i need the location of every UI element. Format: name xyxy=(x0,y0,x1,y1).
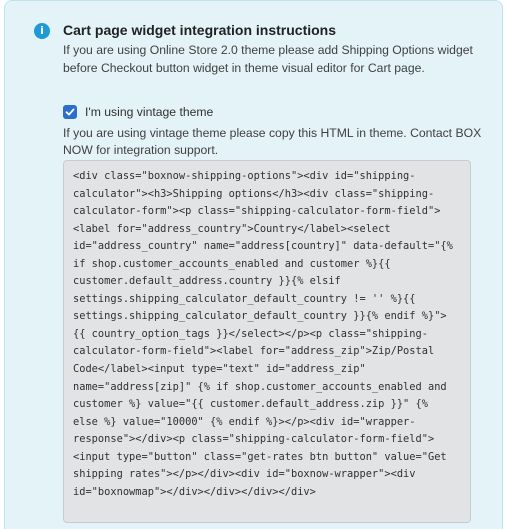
banner-title: Cart page widget integration instruction… xyxy=(63,22,337,38)
html-code-snippet[interactable]: <div class="boxnow-shipping-options"><di… xyxy=(63,160,471,523)
integration-instructions-banner: i Cart page widget integration instructi… xyxy=(4,0,503,529)
checkmark-icon xyxy=(65,108,75,116)
banner-content: Cart page widget integration instruction… xyxy=(63,21,503,77)
vintage-theme-checkbox-row[interactable]: I'm using vintage theme xyxy=(63,104,213,120)
banner-description: If you are using Online Store 2.0 theme … xyxy=(63,43,473,75)
vintage-theme-description: If you are using vintage theme please co… xyxy=(63,126,482,157)
info-icon: i xyxy=(34,23,50,39)
vintage-theme-label: I'm using vintage theme xyxy=(85,105,214,119)
vintage-theme-checkbox[interactable] xyxy=(63,105,77,119)
